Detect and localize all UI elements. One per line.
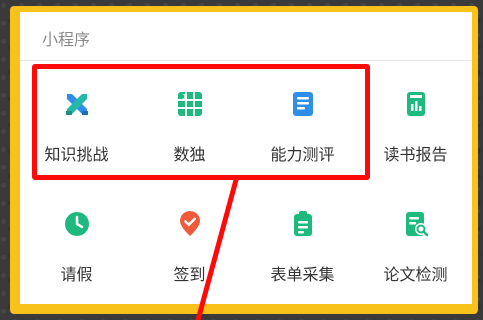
clock-icon	[62, 209, 92, 239]
app-tile-book-report[interactable]: 读书报告	[359, 61, 472, 171]
app-tile-knowledge-challenge[interactable]: 知识挑战	[20, 61, 133, 171]
app-label: 读书报告	[383, 145, 448, 164]
app-tile-sudoku[interactable]: 1 数独	[133, 61, 246, 171]
app-label: 能力测评	[270, 145, 335, 164]
clipboard-list-icon	[288, 209, 318, 239]
checkin-pin-icon	[175, 209, 205, 239]
sudoku-grid-icon: 1	[175, 89, 205, 119]
app-tile-form-collection[interactable]: 表单采集	[246, 181, 359, 291]
book-report-icon	[401, 89, 431, 119]
app-tile-ability-assessment[interactable]: 能力测评	[246, 61, 359, 171]
app-tile-paper-check[interactable]: 论文检测	[359, 181, 472, 291]
app-grid: 知识挑战 1 数独 能力测评 读书报告 请假 签到 表单采集 论文检测	[20, 61, 472, 304]
svg-text:1: 1	[182, 93, 186, 101]
mini-program-panel: 小程序 知识挑战 1 数独 能力测评 读书报告 请假 签到 表单采集 论文检测	[20, 12, 472, 304]
document-search-icon	[401, 209, 431, 239]
app-tile-leave-request[interactable]: 请假	[20, 181, 133, 291]
app-label: 请假	[60, 265, 93, 284]
app-label: 数独	[173, 145, 206, 164]
app-label: 表单采集	[270, 265, 335, 284]
app-label: 知识挑战	[44, 145, 109, 164]
app-label: 签到	[173, 265, 206, 284]
assessment-doc-icon	[288, 89, 318, 119]
app-tile-checkin[interactable]: 签到	[133, 181, 246, 291]
crossed-swords-icon	[62, 89, 92, 119]
app-label: 论文检测	[383, 265, 448, 284]
section-title: 小程序	[42, 30, 91, 49]
